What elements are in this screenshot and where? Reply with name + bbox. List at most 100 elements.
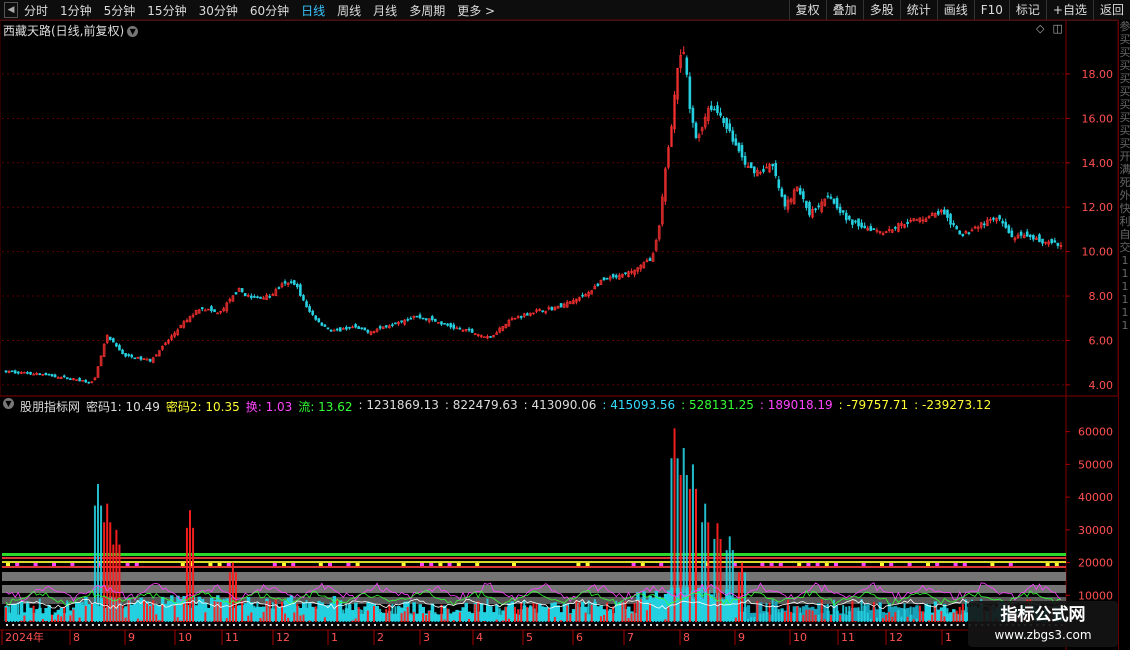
volume-bar	[783, 611, 786, 622]
candle-body	[946, 209, 949, 218]
candle-body	[326, 327, 330, 330]
marker-dot	[116, 624, 119, 626]
marker-dot	[490, 624, 493, 626]
candle-body	[87, 381, 91, 384]
x-tick-label: 7	[627, 631, 634, 644]
candle-body	[292, 280, 296, 285]
marker-dot	[711, 624, 714, 626]
volume-bar	[311, 613, 314, 622]
candle-body	[1050, 239, 1054, 244]
volume-bar	[425, 615, 428, 622]
candle-body	[694, 122, 698, 139]
dropdown-icon[interactable]: ▼	[127, 26, 139, 37]
kline-chart[interactable]: 4.006.008.0010.0012.0014.0016.0018.00100…	[0, 0, 1118, 650]
marker-dot	[515, 624, 518, 626]
volume-bar	[219, 601, 222, 622]
marker-dot	[98, 624, 100, 626]
marker-dot	[429, 624, 432, 626]
volume-bar	[652, 619, 655, 622]
volume-bar	[47, 619, 50, 622]
volume-bar	[155, 614, 158, 622]
candle-body	[360, 327, 364, 330]
signal-mark	[880, 563, 884, 566]
signal-mark	[659, 563, 664, 566]
volume-bar	[780, 609, 783, 622]
indicator-header: ▼ 股朋指标网 密码1: 10.49 密码2: 10.35 换: 1.03 流: 13.…	[3, 398, 991, 415]
marker-dot	[435, 624, 438, 626]
volume-bar	[701, 522, 704, 622]
volume-bar	[348, 604, 351, 622]
signal-mark	[272, 563, 277, 566]
diamond-icon[interactable]: ◇	[1036, 22, 1044, 35]
watermark-title: 指标公式网	[1000, 605, 1086, 625]
volume-bar	[842, 605, 845, 622]
candle-body	[943, 209, 946, 215]
marker-dot	[404, 624, 407, 626]
marker-dot	[177, 624, 180, 626]
marker-dot	[220, 624, 223, 626]
signal-mark	[861, 563, 866, 566]
volume-bar	[532, 603, 535, 622]
volume-bar	[299, 615, 302, 622]
volume-bar	[357, 607, 360, 622]
marker-dot	[521, 624, 524, 626]
volume-bar	[465, 619, 467, 622]
candle-body	[1028, 234, 1032, 238]
marker-dot	[932, 624, 935, 626]
candle-body	[130, 354, 134, 358]
volume-bar	[428, 611, 431, 622]
volume-bar	[836, 605, 839, 622]
volume-bar	[633, 602, 636, 622]
signal-mark	[33, 563, 38, 566]
candle-body	[200, 307, 204, 310]
area-bar	[853, 607, 858, 621]
y-tick-label: 10.00	[1082, 246, 1114, 259]
marker-dot	[380, 624, 383, 626]
candle-body	[26, 372, 29, 374]
x-tick-label: 5	[526, 631, 533, 644]
volume-bar	[446, 608, 449, 622]
candle-body	[430, 316, 434, 321]
candle-body	[84, 379, 88, 383]
candle-body	[614, 275, 618, 278]
area-bar	[136, 600, 140, 621]
x-tick-label: 11	[225, 631, 239, 644]
signal-mark	[824, 563, 829, 566]
marker-dot	[165, 624, 168, 626]
volume-bar	[290, 606, 293, 622]
candle-body	[832, 198, 836, 204]
volume-bar	[17, 602, 20, 622]
marker-dot	[288, 624, 291, 626]
x-tick-label: 8	[683, 631, 690, 644]
candle-body	[277, 287, 281, 289]
candle-body	[127, 354, 130, 356]
candle-body	[710, 105, 713, 110]
volume-bar	[854, 621, 857, 622]
x-tick-label: 12	[889, 631, 903, 644]
candle-body	[332, 329, 336, 332]
volume-bar	[529, 605, 532, 622]
volume-bar	[41, 619, 44, 622]
y-tick-label: 12.00	[1082, 201, 1114, 214]
volume-bar	[72, 609, 75, 622]
volume-bar	[753, 616, 756, 622]
marker-dot	[907, 624, 910, 626]
sidebar-char-22: 1	[1121, 306, 1129, 319]
candle-body	[777, 179, 781, 189]
candle-body	[458, 327, 462, 330]
volume-bar	[891, 616, 894, 622]
window-icon[interactable]: ◫	[1052, 22, 1062, 35]
candle-body	[133, 357, 137, 360]
indicator-value-6: : 822479.63	[444, 398, 518, 412]
volume-bar	[621, 602, 624, 622]
indicator-menu-icon[interactable]: ▼	[3, 398, 14, 409]
marker-dot	[263, 624, 266, 626]
volume-bar	[225, 618, 228, 622]
candle-body	[421, 317, 425, 320]
marker-dot	[508, 624, 511, 626]
volume-bar	[787, 599, 789, 622]
volume-bar	[274, 598, 277, 622]
area-bar	[19, 602, 24, 621]
area-bar	[507, 603, 511, 621]
indicator-value-3: 换: 1.03	[245, 400, 293, 414]
